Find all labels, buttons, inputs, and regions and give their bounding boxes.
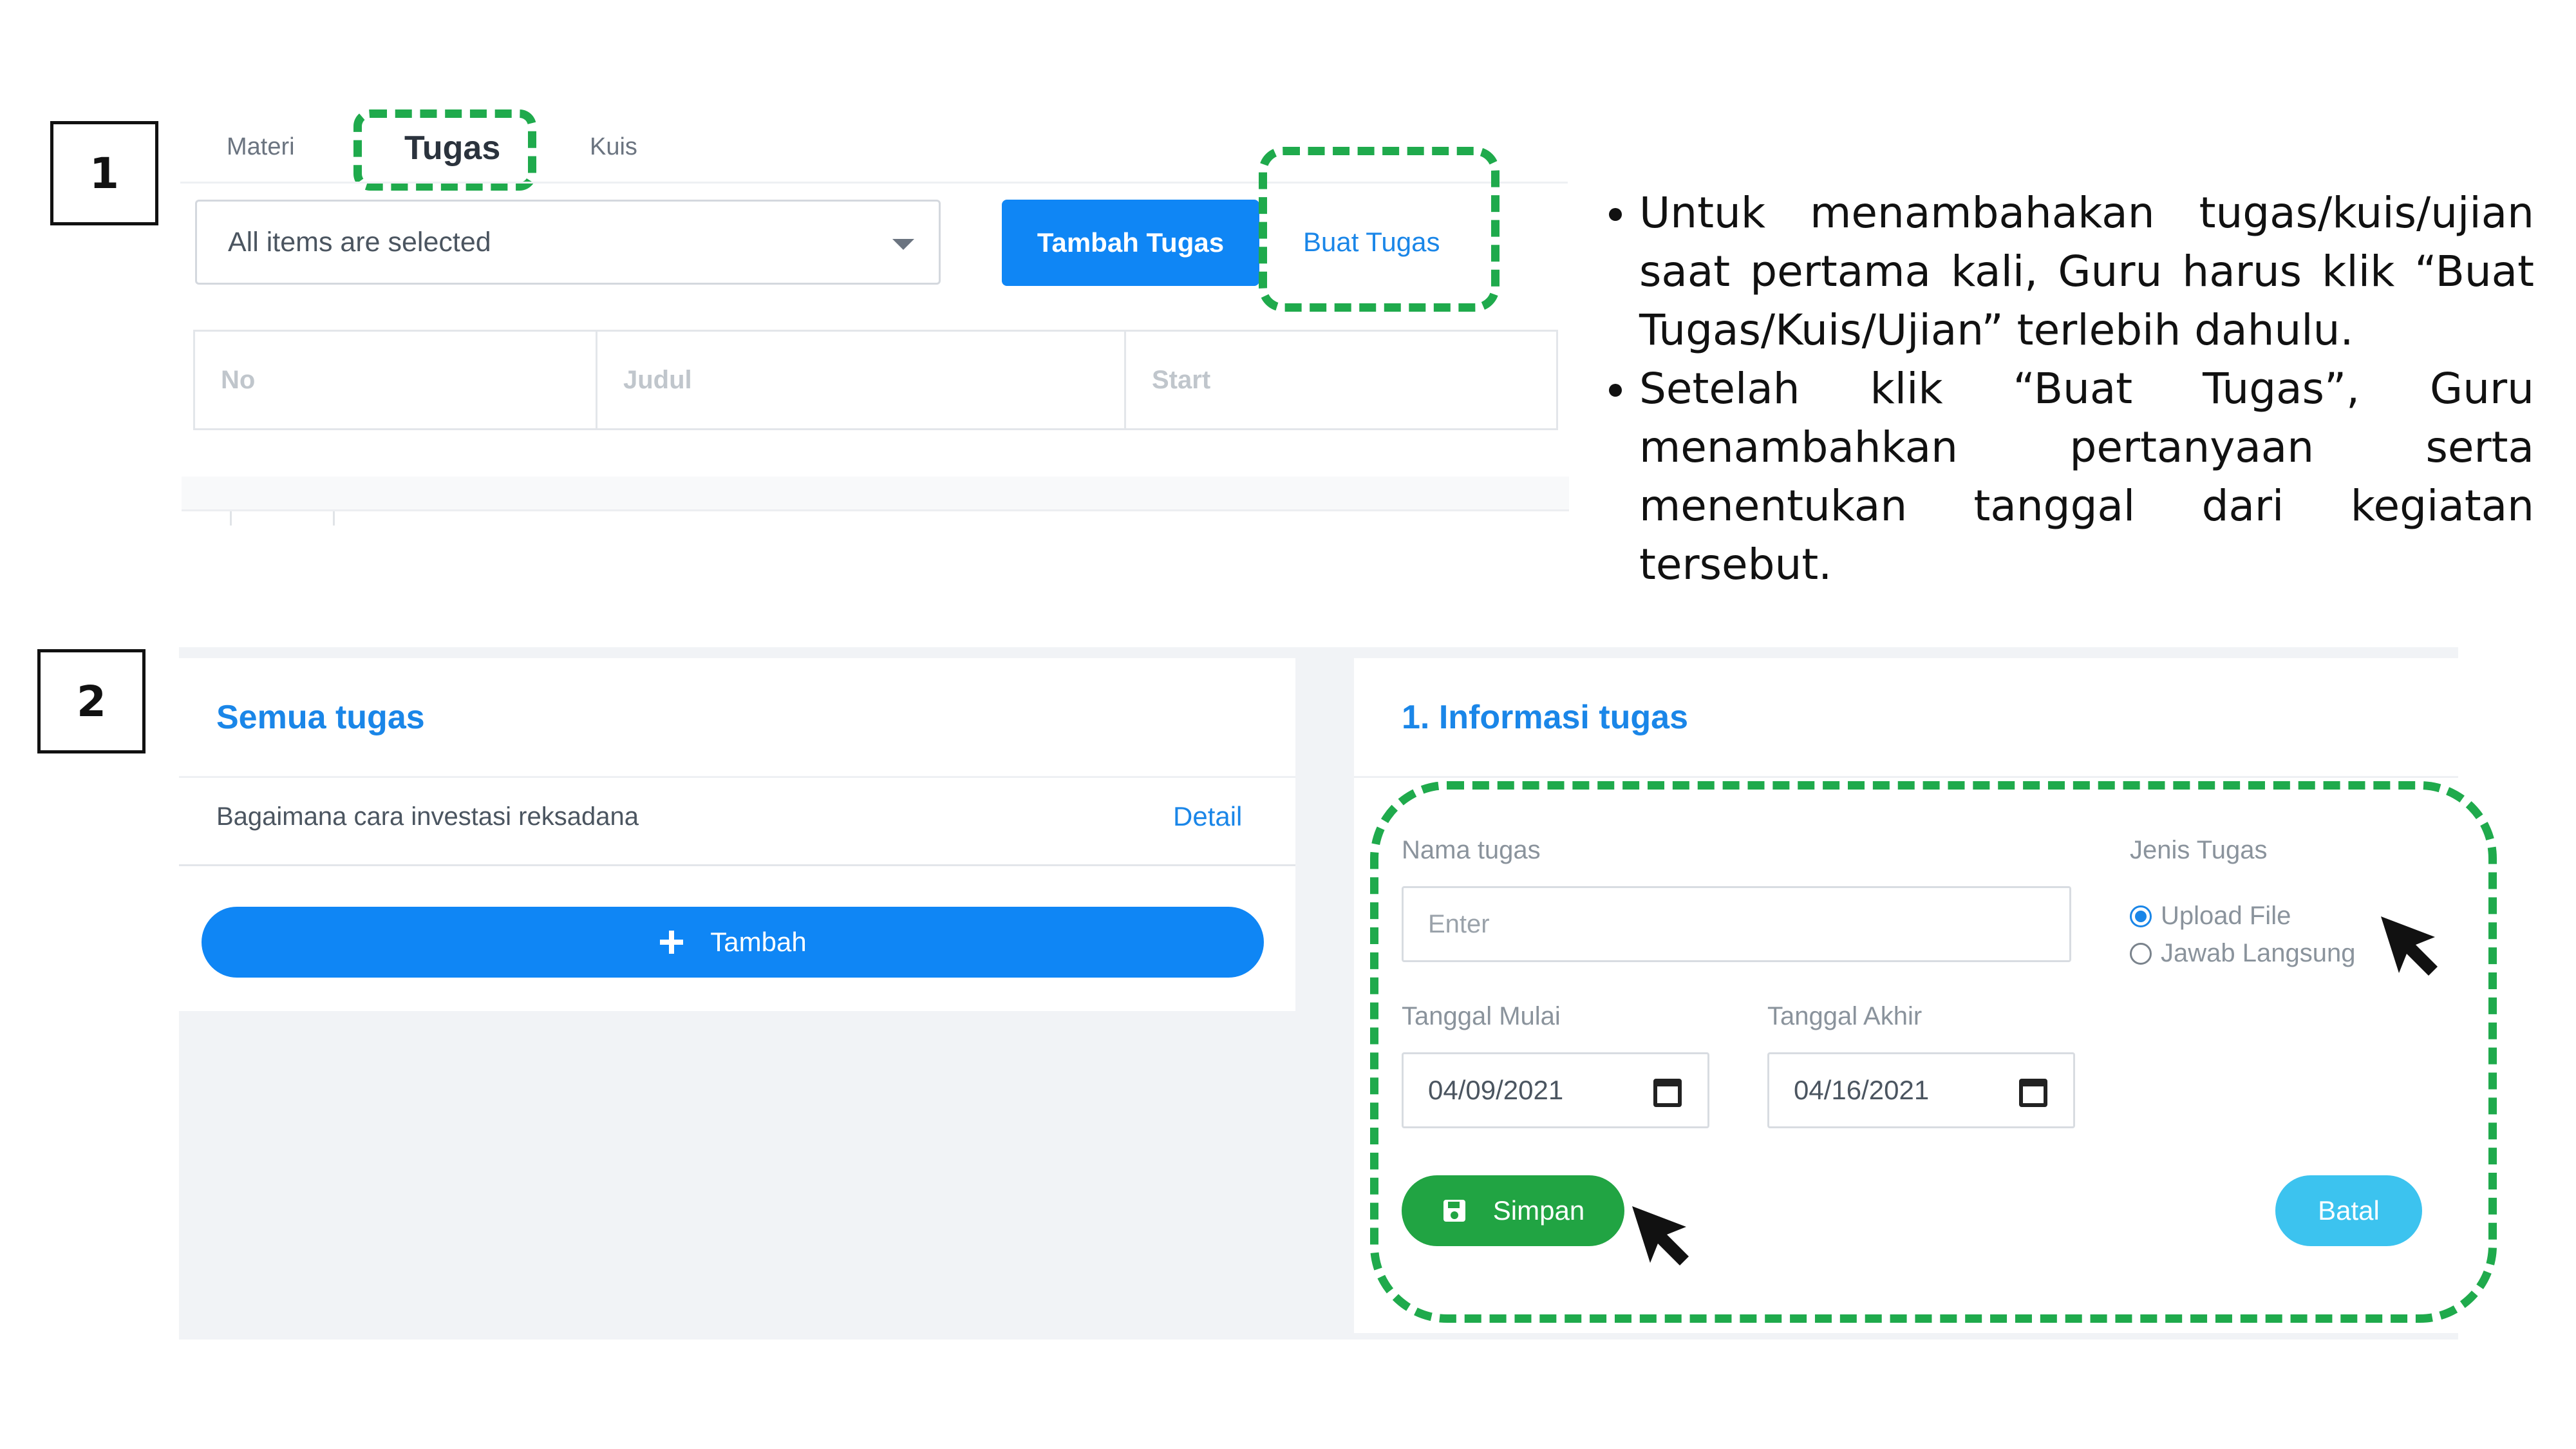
semua-tugas-title: Semua tugas <box>216 699 425 736</box>
table-body-strip <box>182 477 1569 511</box>
informasi-tugas-title: 1. Informasi tugas <box>1402 699 1688 736</box>
tab-materi[interactable]: Materi <box>227 133 295 161</box>
task-list-item: Bagaimana cara investasi reksadana Detai… <box>179 778 1295 866</box>
task-item-title: Bagaimana cara investasi reksadana <box>216 802 639 831</box>
items-select[interactable]: All items are selected <box>195 200 941 285</box>
dropdown-caret-icon <box>892 239 914 250</box>
instruction-bullet: Untuk menambahakan tugas/kuis/ujian saat… <box>1639 184 2534 359</box>
select-value: All items are selected <box>228 226 491 258</box>
tugas-tab-highlight <box>353 109 536 191</box>
instruction-text: Untuk menambahakan tugas/kuis/ujian saat… <box>1570 184 2534 594</box>
task-table: No Judul Start <box>193 330 1558 430</box>
panel-divider <box>1354 776 2458 778</box>
table-row-tick <box>230 511 232 526</box>
instruction-bullet: Setelah klik “Buat Tugas”, Guru menambah… <box>1639 359 2534 594</box>
step-2-label: 2 <box>37 649 146 753</box>
table-header-judul: Judul <box>597 332 1126 428</box>
table-header-start: Start <box>1152 365 1211 394</box>
tambah-tugas-button[interactable]: Tambah Tugas <box>1002 200 1259 286</box>
detail-link[interactable]: Detail <box>1173 801 1242 832</box>
table-row-tick <box>333 511 335 526</box>
tambah-button[interactable]: Tambah <box>202 907 1264 978</box>
tab-kuis[interactable]: Kuis <box>590 133 637 161</box>
tambah-label: Tambah <box>710 927 807 957</box>
table-header-no: No <box>195 332 597 428</box>
cursor-arrow-icon <box>1632 1206 1689 1265</box>
form-highlight <box>1370 781 2497 1323</box>
step-1-label: 1 <box>50 121 158 225</box>
semua-tugas-panel: Semua tugas Bagaimana cara investasi rek… <box>179 658 1295 1011</box>
cursor-arrow-icon <box>2381 916 2438 976</box>
buat-tugas-highlight <box>1259 147 1500 312</box>
plus-icon <box>660 931 684 954</box>
